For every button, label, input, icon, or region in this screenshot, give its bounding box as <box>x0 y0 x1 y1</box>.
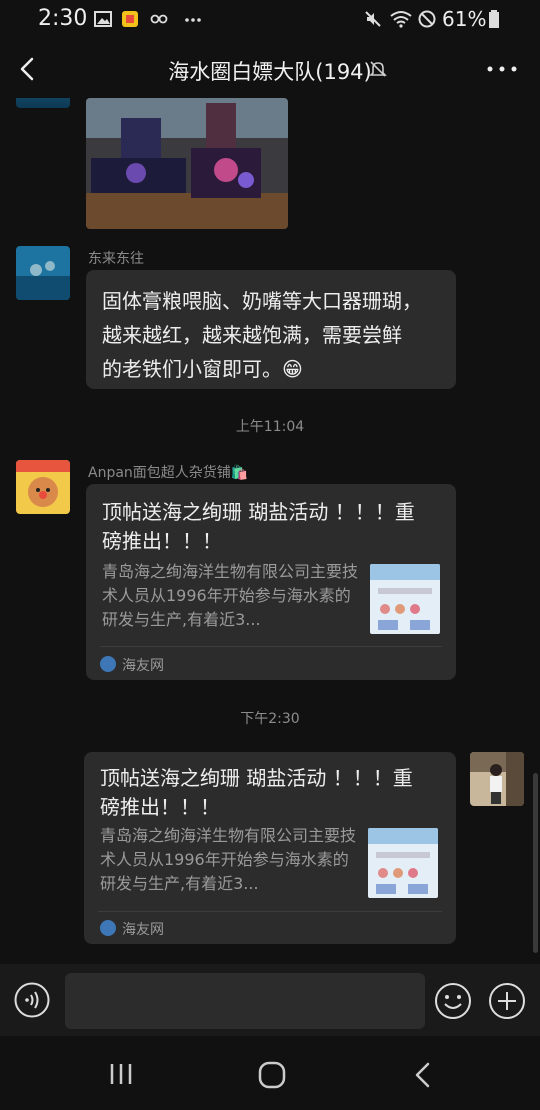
link-card-title: 顶帖送海之绚珊 瑚盐活动 ！！！重磅推出！！！ <box>100 766 413 819</box>
shared-image-message[interactable] <box>86 98 288 229</box>
system-back-button[interactable] <box>412 1061 434 1089</box>
link-card-thumbnail <box>370 564 440 634</box>
message-line: 固体膏粮喂脑、奶嘴等大口器珊瑚， <box>102 289 422 313</box>
scrollbar[interactable] <box>533 773 538 953</box>
back-button[interactable] <box>14 54 42 84</box>
card-divider <box>98 911 442 912</box>
source-logo-icon <box>100 656 116 672</box>
recent-apps-button[interactable] <box>108 1062 134 1086</box>
battery-icon <box>489 10 499 28</box>
gallery-icon <box>94 11 112 27</box>
battery-percent: 61% <box>442 7 487 31</box>
message-timestamp: 下午2:30 <box>240 711 300 727</box>
grin-emoji-icon: 😁 <box>282 357 303 381</box>
sender-name: Anpan面包超人杂货铺🛍️ <box>88 465 249 481</box>
message-text-input[interactable] <box>65 973 425 1029</box>
sender-avatar-donglai[interactable] <box>16 246 70 300</box>
system-navigation-bar <box>0 1036 540 1110</box>
more-functions-button[interactable] <box>488 982 526 1020</box>
source-logo-icon <box>100 920 116 936</box>
message-line: 越来越红，越来越饱满，需要尝鲜 <box>102 323 402 347</box>
more-options-button[interactable] <box>484 58 520 80</box>
status-bar: 2:30 61% <box>0 0 540 40</box>
message-timestamp: 上午11:04 <box>235 419 305 435</box>
coral-food-product-image <box>86 98 288 229</box>
link-card-description: 青岛海之绚海洋生物有限公司主要技术人员从1996年开始参与海水素的研发与生产,有… <box>102 562 359 629</box>
chat-header: 海水圈白嫖大队(194) <box>0 40 540 98</box>
sender-avatar[interactable] <box>16 98 70 108</box>
sender-avatar-anpan[interactable] <box>16 460 70 514</box>
link-card-message[interactable]: 顶帖送海之绚珊 瑚盐活动 ！！！重磅推出！！！ 青岛海之绚海洋生物有限公司主要技… <box>86 484 456 680</box>
own-link-card-message[interactable]: 顶帖送海之绚珊 瑚盐活动 ！！！重磅推出！！！ 青岛海之绚海洋生物有限公司主要技… <box>84 752 456 944</box>
mute-bell-icon <box>369 61 387 77</box>
text-message-bubble[interactable]: 固体膏粮喂脑、奶嘴等大口器珊瑚， 越来越红，越来越饱满，需要尝鲜 的老铁们小窗即… <box>86 270 456 389</box>
wifi-icon <box>390 11 412 28</box>
more-notifications-icon <box>185 18 201 22</box>
sender-name: 东来东往 <box>88 251 144 267</box>
message-text: 固体膏粮喂脑、奶嘴等大口器珊瑚， 越来越红，越来越饱满，需要尝鲜 的老铁们小窗即… <box>86 270 456 400</box>
do-not-disturb-icon <box>418 10 436 28</box>
link-card-title: 顶帖送海之绚珊 瑚盐活动 ！！！重磅推出！！！ <box>102 500 415 553</box>
status-time: 2:30 <box>38 6 88 31</box>
mute-status-icon <box>365 11 381 27</box>
voice-input-button[interactable] <box>14 982 50 1018</box>
message-line: 的老铁们小窗即可。 <box>102 357 282 381</box>
emoji-button[interactable] <box>434 982 472 1020</box>
message-input-bar <box>0 964 540 1036</box>
app-notification-icon <box>122 11 138 27</box>
link-card-source: 海友网 <box>122 922 164 938</box>
chat-message-list[interactable]: 东来东往 固体膏粮喂脑、奶嘴等大口器珊瑚， 越来越红，越来越饱满，需要尝鲜 的老… <box>0 98 540 964</box>
link-card-description: 青岛海之绚海洋生物有限公司主要技术人员从1996年开始参与海水素的研发与生产,有… <box>100 826 357 893</box>
voicemail-icon <box>150 14 168 24</box>
link-card-source: 海友网 <box>122 658 164 674</box>
own-avatar[interactable] <box>470 752 524 806</box>
link-card-thumbnail <box>368 828 438 898</box>
card-divider <box>100 646 442 647</box>
home-button[interactable] <box>258 1061 286 1089</box>
